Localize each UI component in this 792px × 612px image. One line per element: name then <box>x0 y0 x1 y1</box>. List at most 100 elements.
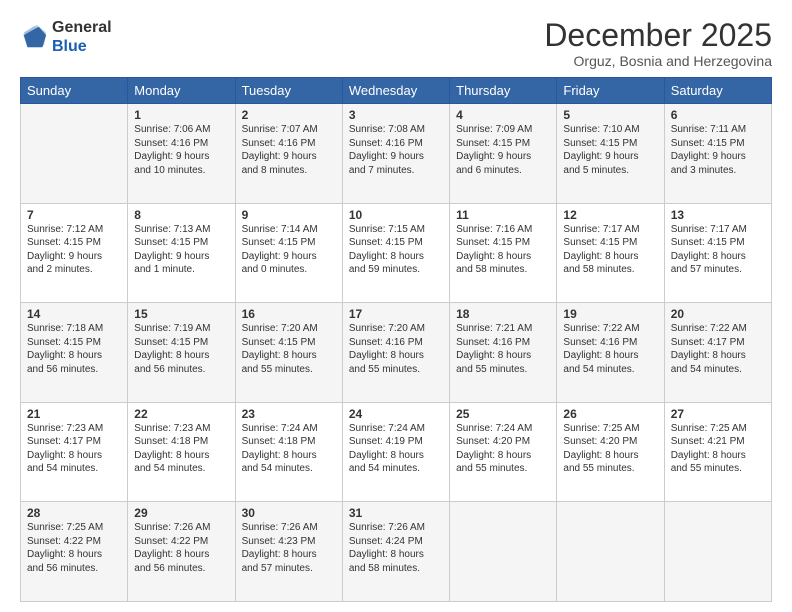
day-number: 21 <box>27 407 121 421</box>
calendar-week-row: 21Sunrise: 7:23 AM Sunset: 4:17 PM Dayli… <box>21 402 772 502</box>
day-number: 19 <box>563 307 657 321</box>
table-row: 13Sunrise: 7:17 AM Sunset: 4:15 PM Dayli… <box>664 203 771 303</box>
table-row <box>664 502 771 602</box>
day-number: 6 <box>671 108 765 122</box>
header-monday: Monday <box>128 78 235 104</box>
day-info: Sunrise: 7:16 AM Sunset: 4:15 PM Dayligh… <box>456 223 550 277</box>
logo-icon <box>20 23 48 51</box>
day-number: 24 <box>349 407 443 421</box>
day-info: Sunrise: 7:11 AM Sunset: 4:15 PM Dayligh… <box>671 123 765 177</box>
calendar-week-row: 14Sunrise: 7:18 AM Sunset: 4:15 PM Dayli… <box>21 303 772 403</box>
day-number: 22 <box>134 407 228 421</box>
table-row: 5Sunrise: 7:10 AM Sunset: 4:15 PM Daylig… <box>557 104 664 204</box>
table-row: 30Sunrise: 7:26 AM Sunset: 4:23 PM Dayli… <box>235 502 342 602</box>
day-number: 14 <box>27 307 121 321</box>
page: General Blue December 2025 Orguz, Bosnia… <box>0 0 792 612</box>
table-row <box>557 502 664 602</box>
day-info: Sunrise: 7:13 AM Sunset: 4:15 PM Dayligh… <box>134 223 228 277</box>
day-number: 18 <box>456 307 550 321</box>
calendar-week-row: 28Sunrise: 7:25 AM Sunset: 4:22 PM Dayli… <box>21 502 772 602</box>
day-info: Sunrise: 7:15 AM Sunset: 4:15 PM Dayligh… <box>349 223 443 277</box>
table-row: 14Sunrise: 7:18 AM Sunset: 4:15 PM Dayli… <box>21 303 128 403</box>
table-row: 12Sunrise: 7:17 AM Sunset: 4:15 PM Dayli… <box>557 203 664 303</box>
day-info: Sunrise: 7:23 AM Sunset: 4:17 PM Dayligh… <box>27 422 121 476</box>
day-info: Sunrise: 7:18 AM Sunset: 4:15 PM Dayligh… <box>27 322 121 376</box>
day-info: Sunrise: 7:17 AM Sunset: 4:15 PM Dayligh… <box>563 223 657 277</box>
day-info: Sunrise: 7:26 AM Sunset: 4:23 PM Dayligh… <box>242 521 336 575</box>
day-info: Sunrise: 7:25 AM Sunset: 4:21 PM Dayligh… <box>671 422 765 476</box>
day-info: Sunrise: 7:22 AM Sunset: 4:16 PM Dayligh… <box>563 322 657 376</box>
table-row: 19Sunrise: 7:22 AM Sunset: 4:16 PM Dayli… <box>557 303 664 403</box>
day-info: Sunrise: 7:25 AM Sunset: 4:22 PM Dayligh… <box>27 521 121 575</box>
calendar-week-row: 7Sunrise: 7:12 AM Sunset: 4:15 PM Daylig… <box>21 203 772 303</box>
day-number: 25 <box>456 407 550 421</box>
table-row: 28Sunrise: 7:25 AM Sunset: 4:22 PM Dayli… <box>21 502 128 602</box>
table-row: 10Sunrise: 7:15 AM Sunset: 4:15 PM Dayli… <box>342 203 449 303</box>
day-number: 27 <box>671 407 765 421</box>
day-info: Sunrise: 7:26 AM Sunset: 4:24 PM Dayligh… <box>349 521 443 575</box>
header-wednesday: Wednesday <box>342 78 449 104</box>
logo-blue-text: Blue <box>52 38 87 55</box>
header-saturday: Saturday <box>664 78 771 104</box>
day-number: 1 <box>134 108 228 122</box>
day-info: Sunrise: 7:10 AM Sunset: 4:15 PM Dayligh… <box>563 123 657 177</box>
day-info: Sunrise: 7:14 AM Sunset: 4:15 PM Dayligh… <box>242 223 336 277</box>
day-info: Sunrise: 7:23 AM Sunset: 4:18 PM Dayligh… <box>134 422 228 476</box>
day-number: 15 <box>134 307 228 321</box>
day-number: 12 <box>563 208 657 222</box>
day-info: Sunrise: 7:17 AM Sunset: 4:15 PM Dayligh… <box>671 223 765 277</box>
table-row: 17Sunrise: 7:20 AM Sunset: 4:16 PM Dayli… <box>342 303 449 403</box>
day-number: 11 <box>456 208 550 222</box>
table-row: 22Sunrise: 7:23 AM Sunset: 4:18 PM Dayli… <box>128 402 235 502</box>
day-number: 2 <box>242 108 336 122</box>
table-row: 27Sunrise: 7:25 AM Sunset: 4:21 PM Dayli… <box>664 402 771 502</box>
day-info: Sunrise: 7:12 AM Sunset: 4:15 PM Dayligh… <box>27 223 121 277</box>
day-info: Sunrise: 7:07 AM Sunset: 4:16 PM Dayligh… <box>242 123 336 177</box>
calendar: Sunday Monday Tuesday Wednesday Thursday… <box>20 77 772 602</box>
day-info: Sunrise: 7:08 AM Sunset: 4:16 PM Dayligh… <box>349 123 443 177</box>
header: General Blue December 2025 Orguz, Bosnia… <box>20 18 772 69</box>
table-row: 8Sunrise: 7:13 AM Sunset: 4:15 PM Daylig… <box>128 203 235 303</box>
table-row: 21Sunrise: 7:23 AM Sunset: 4:17 PM Dayli… <box>21 402 128 502</box>
day-number: 23 <box>242 407 336 421</box>
table-row: 2Sunrise: 7:07 AM Sunset: 4:16 PM Daylig… <box>235 104 342 204</box>
day-number: 26 <box>563 407 657 421</box>
day-info: Sunrise: 7:26 AM Sunset: 4:22 PM Dayligh… <box>134 521 228 575</box>
day-number: 28 <box>27 506 121 520</box>
day-number: 29 <box>134 506 228 520</box>
table-row: 29Sunrise: 7:26 AM Sunset: 4:22 PM Dayli… <box>128 502 235 602</box>
location: Orguz, Bosnia and Herzegovina <box>544 53 772 69</box>
day-number: 17 <box>349 307 443 321</box>
table-row: 31Sunrise: 7:26 AM Sunset: 4:24 PM Dayli… <box>342 502 449 602</box>
table-row: 25Sunrise: 7:24 AM Sunset: 4:20 PM Dayli… <box>450 402 557 502</box>
day-number: 31 <box>349 506 443 520</box>
day-info: Sunrise: 7:06 AM Sunset: 4:16 PM Dayligh… <box>134 123 228 177</box>
table-row: 4Sunrise: 7:09 AM Sunset: 4:15 PM Daylig… <box>450 104 557 204</box>
table-row: 11Sunrise: 7:16 AM Sunset: 4:15 PM Dayli… <box>450 203 557 303</box>
day-info: Sunrise: 7:25 AM Sunset: 4:20 PM Dayligh… <box>563 422 657 476</box>
day-number: 5 <box>563 108 657 122</box>
table-row: 6Sunrise: 7:11 AM Sunset: 4:15 PM Daylig… <box>664 104 771 204</box>
table-row: 9Sunrise: 7:14 AM Sunset: 4:15 PM Daylig… <box>235 203 342 303</box>
day-number: 7 <box>27 208 121 222</box>
table-row: 7Sunrise: 7:12 AM Sunset: 4:15 PM Daylig… <box>21 203 128 303</box>
logo-general-text: General <box>52 19 112 36</box>
table-row: 23Sunrise: 7:24 AM Sunset: 4:18 PM Dayli… <box>235 402 342 502</box>
day-info: Sunrise: 7:24 AM Sunset: 4:18 PM Dayligh… <box>242 422 336 476</box>
table-row <box>450 502 557 602</box>
header-sunday: Sunday <box>21 78 128 104</box>
header-thursday: Thursday <box>450 78 557 104</box>
day-number: 16 <box>242 307 336 321</box>
header-tuesday: Tuesday <box>235 78 342 104</box>
day-number: 13 <box>671 208 765 222</box>
table-row: 20Sunrise: 7:22 AM Sunset: 4:17 PM Dayli… <box>664 303 771 403</box>
table-row <box>21 104 128 204</box>
month-title: December 2025 <box>544 18 772 53</box>
day-number: 4 <box>456 108 550 122</box>
table-row: 16Sunrise: 7:20 AM Sunset: 4:15 PM Dayli… <box>235 303 342 403</box>
day-number: 10 <box>349 208 443 222</box>
day-info: Sunrise: 7:21 AM Sunset: 4:16 PM Dayligh… <box>456 322 550 376</box>
day-number: 9 <box>242 208 336 222</box>
table-row: 15Sunrise: 7:19 AM Sunset: 4:15 PM Dayli… <box>128 303 235 403</box>
title-section: December 2025 Orguz, Bosnia and Herzegov… <box>544 18 772 69</box>
